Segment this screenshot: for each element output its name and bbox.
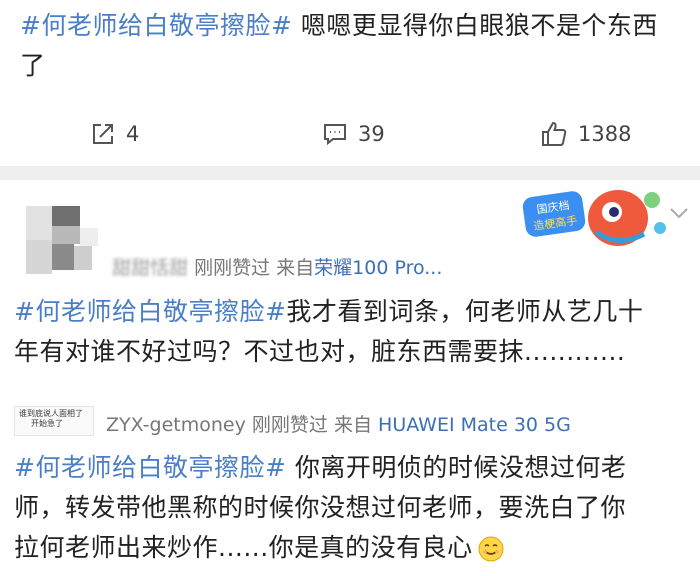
- comment-hashtag[interactable]: #何老师给白敬亭擦脸#: [14, 453, 286, 482]
- avatar[interactable]: [20, 200, 100, 280]
- comment-meta: 甜甜恬甜 刚刚赞过 来自荣耀100 Pro...: [112, 253, 442, 280]
- smile-emoji-icon: [478, 536, 504, 562]
- comment-source-prefix: 来自: [276, 257, 315, 279]
- avatar-text-2: 开始急了: [31, 419, 63, 428]
- repost-count: 4: [126, 122, 140, 146]
- comment-line2: 师，转发带他黑称的时候你没想过何老师，要洗白了你: [14, 493, 627, 522]
- chevron-down-icon[interactable]: [668, 206, 690, 220]
- comment-device[interactable]: 荣耀100 Pro...: [314, 257, 442, 279]
- post-text: #何老师给白敬亭擦脸# 嗯嗯更显得你白眼狼不是个东西 了: [20, 6, 690, 86]
- avatar-text-1: 谁到底说人面相了: [19, 409, 83, 418]
- section-divider: [0, 166, 700, 180]
- comment-line3: 拉何老师出来炒作......你是真的没有良心: [14, 533, 473, 562]
- comment-line1: 我才看到词条，何老师从艺几十: [286, 297, 644, 326]
- comment-author[interactable]: 甜甜恬甜: [112, 257, 188, 279]
- action-bar: 4 39 1388: [0, 112, 700, 156]
- comment-author[interactable]: ZYX-getmoney: [106, 414, 246, 436]
- comment-time: 刚刚赞过: [194, 257, 271, 279]
- comment-device[interactable]: HUAWEI Mate 30 5G: [378, 414, 571, 436]
- comment-hashtag[interactable]: #何老师给白敬亭擦脸#: [14, 297, 286, 326]
- badge-sticker: 国庆档 造梗高手: [522, 190, 666, 246]
- comment-source-prefix: 来自: [333, 414, 372, 436]
- comment-text: #何老师给白敬亭擦脸#我才看到词条，何老师从艺几十 年有对谁不好过吗？不过也对，…: [14, 292, 694, 372]
- comment-line2: 年有对谁不好过吗？不过也对，脏东西需要抹............: [14, 337, 626, 366]
- thumbs-up-icon: [542, 121, 567, 146]
- comment-button[interactable]: 39: [322, 118, 385, 150]
- like-button[interactable]: 1388: [540, 118, 631, 150]
- comment-meta: ZYX-getmoney 刚刚赞过 来自 HUAWEI Mate 30 5G: [106, 410, 571, 437]
- post-text-line2: 了: [20, 51, 46, 80]
- comment-text: #何老师给白敬亭擦脸# 你离开明侦的时候没想过何老 师，转发带他黑称的时候你没想…: [14, 448, 694, 568]
- share-square-icon: [93, 124, 113, 144]
- avatar[interactable]: 谁到底说人面相了 开始急了: [14, 406, 94, 436]
- post-text-line1: 嗯嗯更显得你白眼狼不是个东西: [292, 11, 658, 40]
- comment-time: 刚刚赞过: [251, 414, 328, 436]
- comment-line1: 你离开明侦的时候没想过何老: [286, 453, 627, 482]
- original-post: #何老师给白敬亭擦脸# 嗯嗯更显得你白眼狼不是个东西 了 4 39 1388: [0, 0, 700, 170]
- comment-bubble-icon: [324, 124, 346, 146]
- comment-count: 39: [358, 122, 385, 146]
- repost-button[interactable]: 4: [90, 118, 139, 150]
- post-hashtag[interactable]: #何老师给白敬亭擦脸#: [20, 11, 292, 40]
- like-count: 1388: [578, 122, 632, 146]
